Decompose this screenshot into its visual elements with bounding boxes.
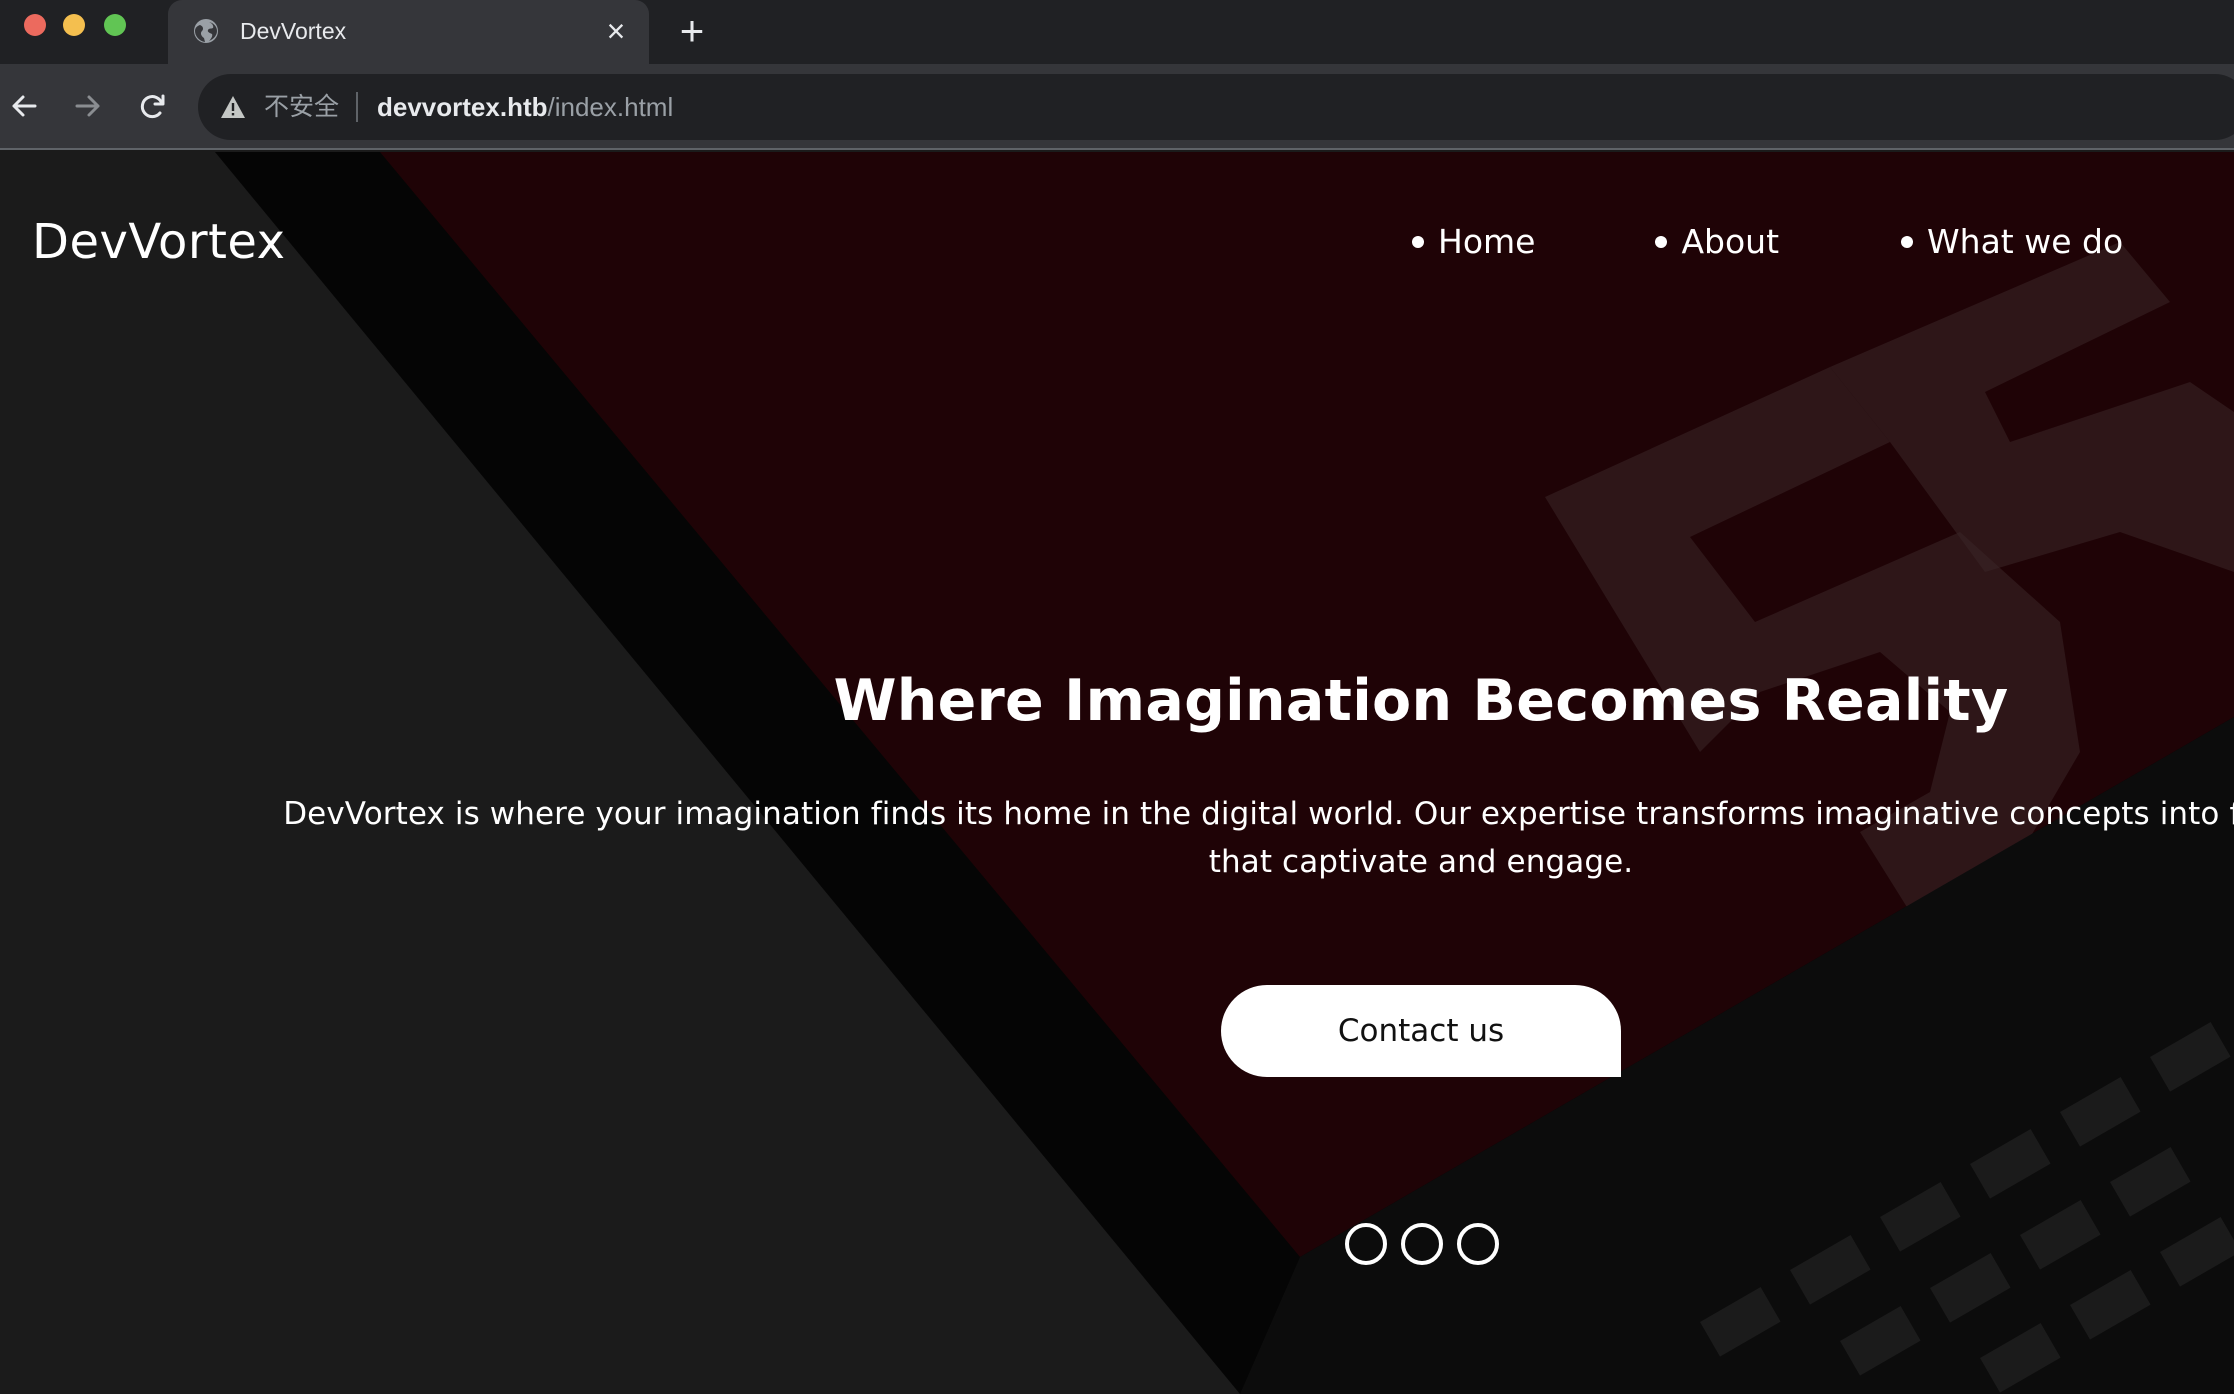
nav-item-label: What we do [1927,222,2124,261]
arrow-right-icon [75,95,100,117]
bullet-icon [1412,236,1424,248]
bullet-icon [1901,236,1914,248]
carousel-indicators [1345,1223,1499,1265]
security-status-label[interactable]: 不安全 [264,92,339,122]
nav-item-label: Home [1438,222,1536,261]
back-button[interactable] [2,84,46,128]
carousel-dot-2[interactable] [1401,1223,1443,1265]
tab-title: DevVortex [240,18,347,44]
url-host: devvortex.htb [377,92,548,122]
hero-title: Where Imagination Becomes Reality [833,668,2009,734]
nav-item-label: About [1681,222,1780,261]
close-icon[interactable]: × [601,15,631,47]
carousel-dot-1[interactable] [1345,1223,1387,1265]
address-bar[interactable]: 不安全 devvortex.htb/index.html [198,74,2234,140]
reload-button[interactable] [131,84,175,128]
carousel-dot-3[interactable] [1457,1223,1499,1265]
browser-window: DevVortex × + 不安全 devvortex.htb/index.ht… [0,0,2234,1394]
hero-background-laptop-image [0,152,2234,1394]
reload-icon [140,94,165,119]
page-viewport: DevVortex Home About What we do Where Im… [0,152,2234,1394]
window-minimize-button[interactable] [63,14,85,36]
site-nav: Home About What we do [1412,222,2123,262]
site-logo[interactable]: DevVortex [32,214,286,270]
window-maximize-button[interactable] [104,14,126,36]
browser-toolbar: 不安全 devvortex.htb/index.html [0,64,2234,150]
url-path: /index.html [547,92,674,122]
tab-strip: DevVortex × + [0,0,2234,64]
bullet-icon [1655,236,1668,248]
window-close-button[interactable] [24,14,46,36]
contact-us-button[interactable]: Contact us [1221,985,1621,1077]
forward-button[interactable] [66,84,110,128]
globe-icon [194,19,218,43]
nav-item-what-we-do[interactable]: What we do [1901,222,2123,262]
new-tab-button[interactable]: + [672,10,712,52]
omnibox-divider [356,92,358,122]
nav-item-home[interactable]: Home [1412,222,1535,262]
hero-description: DevVortex is where your imagination find… [283,796,2234,880]
tab-devvortex[interactable]: DevVortex × [168,0,649,64]
warning-icon[interactable] [220,94,246,120]
arrow-left-icon [12,95,37,117]
nav-item-about[interactable]: About [1655,222,1779,262]
url-text[interactable]: devvortex.htb/index.html [377,92,673,122]
